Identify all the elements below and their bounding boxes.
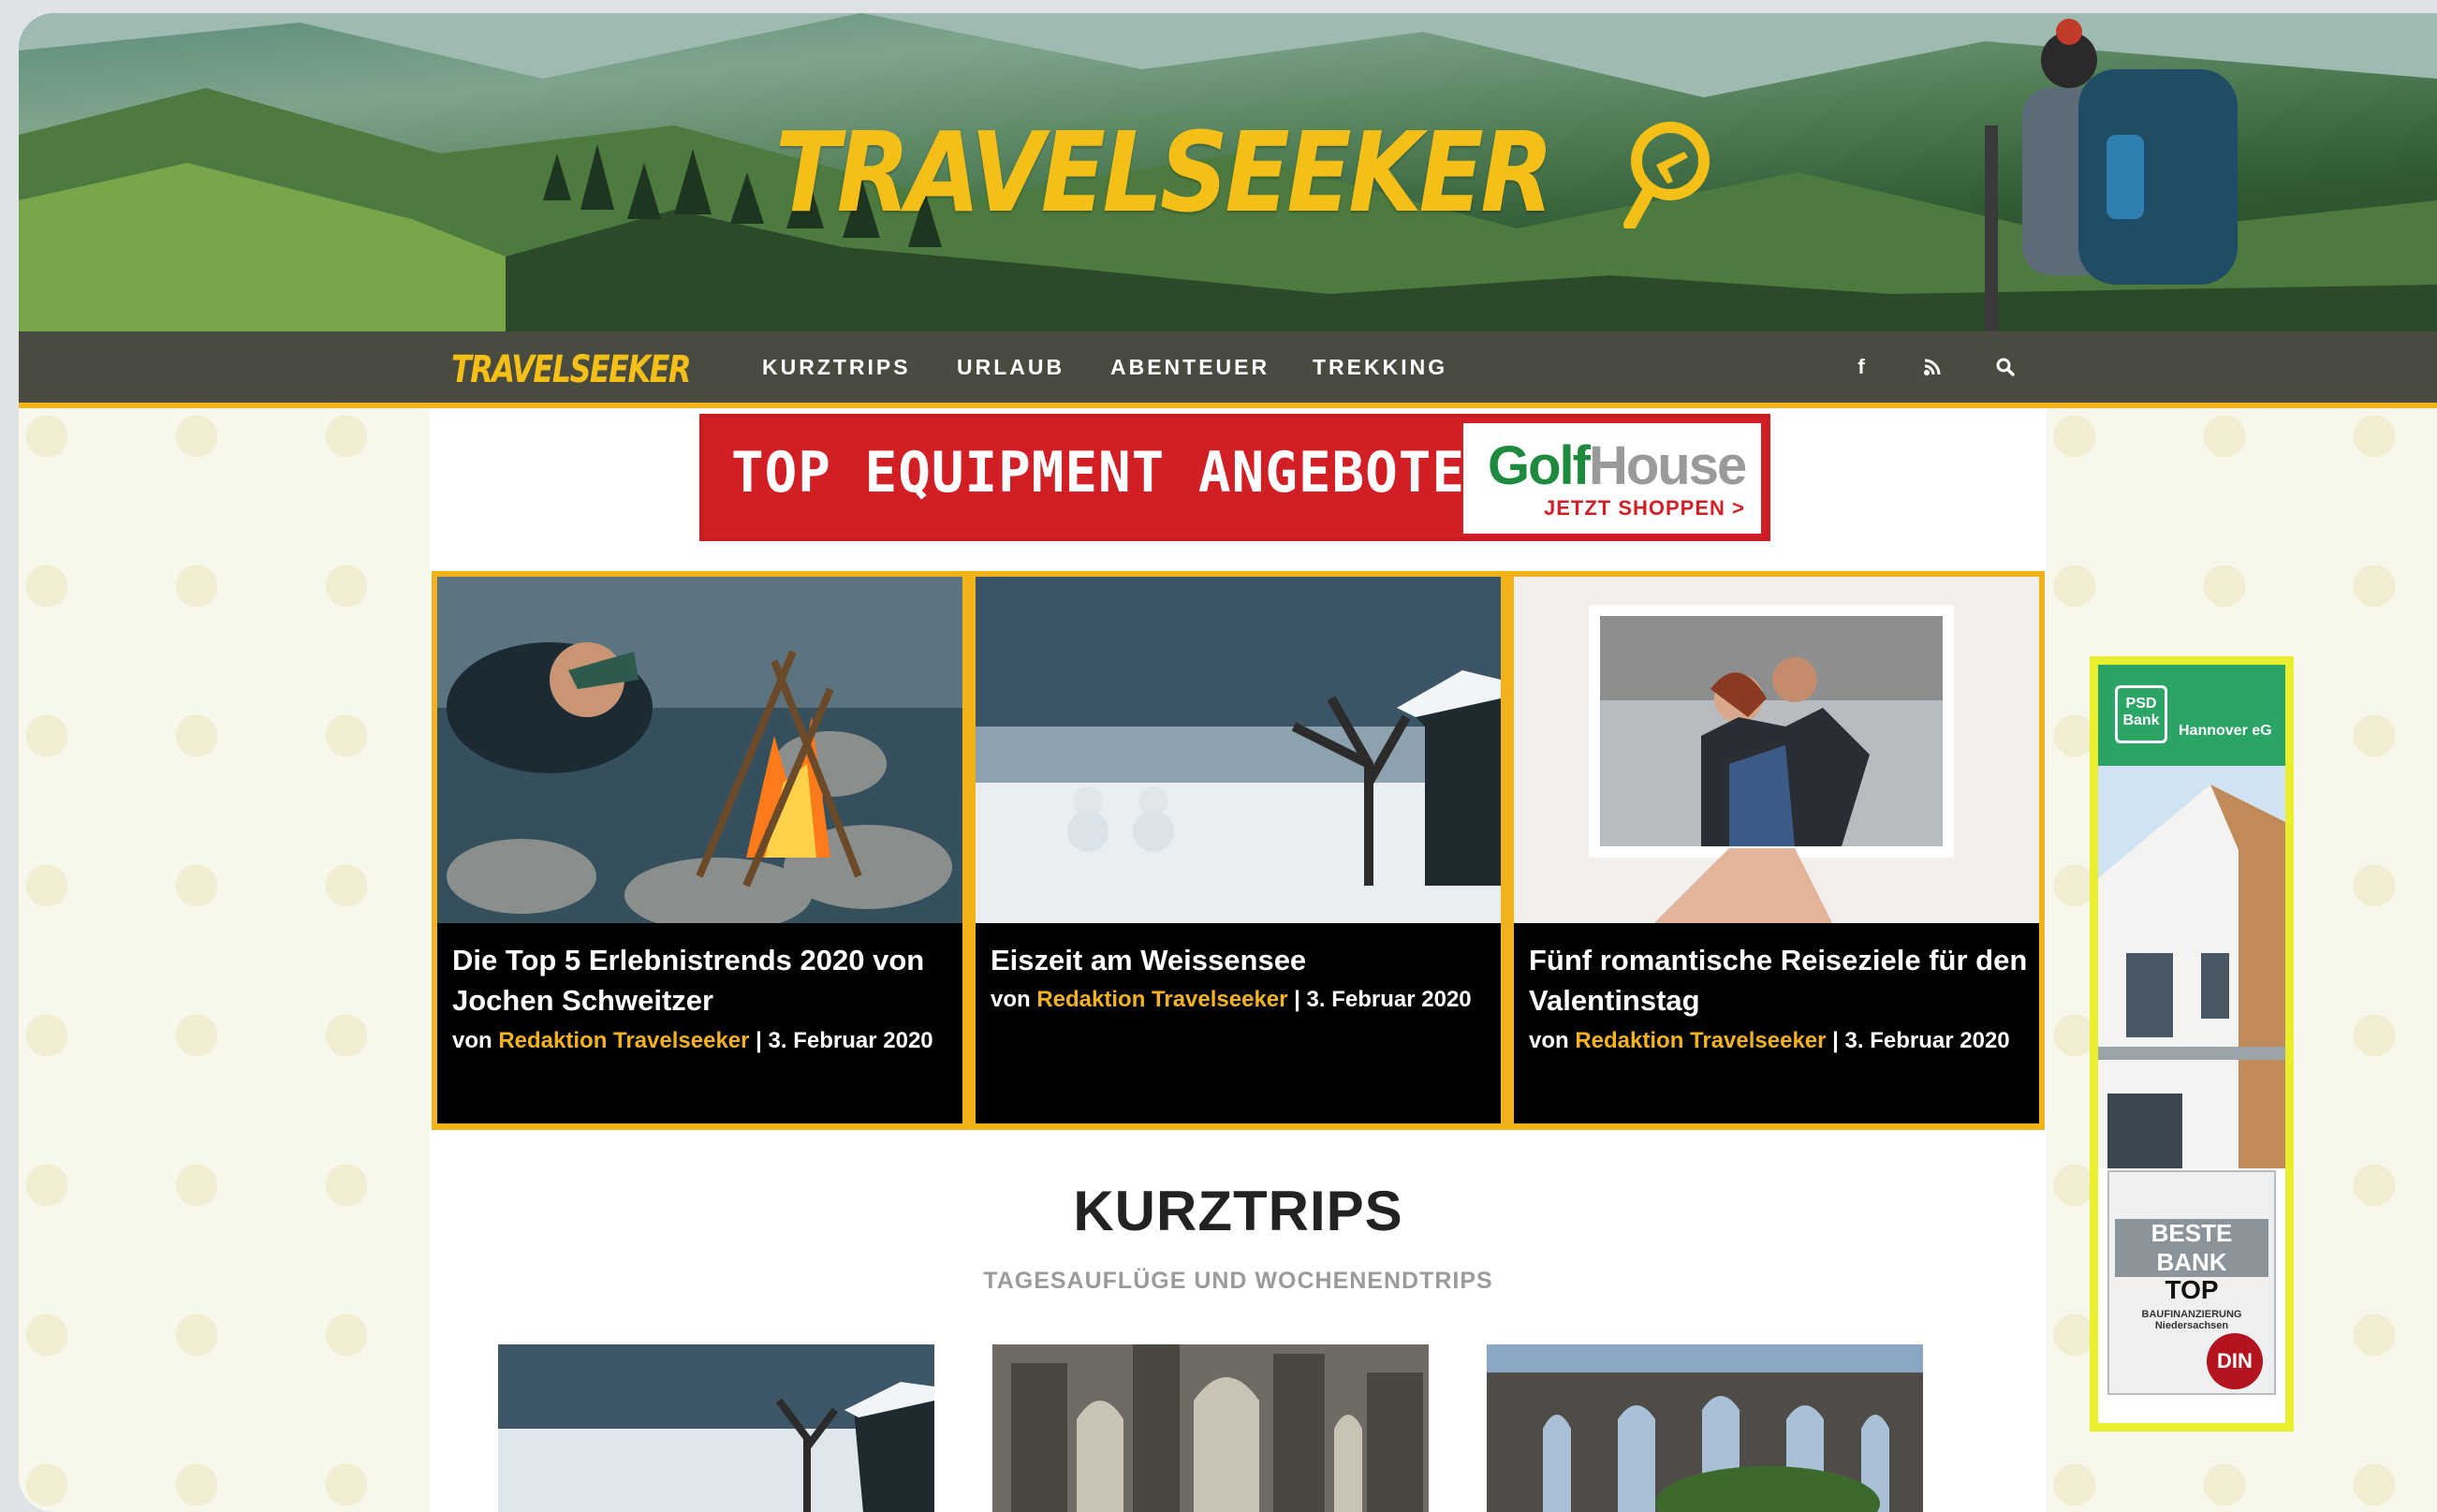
nav-item-abenteuer[interactable]: ABENTEUER	[1110, 355, 1270, 380]
banner-text: TOP EQUIPMENT ANGEBOTE	[731, 440, 1466, 506]
winter-thumb-image	[498, 1344, 934, 1512]
award-top: TOP	[2165, 1275, 2219, 1304]
author-link[interactable]: Redaktion Travelseeker	[1575, 1028, 1826, 1053]
bank-logo: PSD Bank	[2115, 685, 2167, 743]
featured-meta: von Redaktion Travelseeker | 3. Februar …	[991, 983, 1477, 1017]
bank-name: Hannover eG	[2179, 723, 2272, 739]
post-thumbnail[interactable]	[1487, 1344, 1923, 1512]
featured-card[interactable]: Fünf romantische Reiseziele für den Vale…	[1514, 577, 2039, 1123]
author-link[interactable]: Redaktion Travelseeker	[498, 1028, 749, 1053]
hero-header: TRAVELSEEKER	[19, 13, 2437, 331]
award-sub: BAUFINANZIERUNG Niedersachsen	[2141, 1309, 2242, 1331]
golf-word: Golf	[1488, 435, 1591, 496]
by-prefix: von	[452, 1028, 499, 1053]
church-ruins-image	[1487, 1344, 1923, 1512]
left-pattern	[19, 408, 430, 1512]
featured-card[interactable]: Eiszeit am Weissensee von Redaktion Trav…	[976, 577, 1501, 1123]
nav-item-trekking[interactable]: TREKKING	[1313, 355, 1447, 380]
award-badge: BESTE BANK TOP BAUFINANZIERUNG Niedersac…	[2107, 1170, 2276, 1395]
din-seal: DIN	[2207, 1333, 2263, 1389]
featured-card[interactable]: Die Top 5 Erlebnistrends 2020 von Jochen…	[437, 577, 962, 1123]
shop-now-link[interactable]: JETZT SHOPPEN >	[1544, 496, 1745, 521]
golfhouse-box[interactable]: GolfHouse JETZT SHOPPEN >	[1463, 423, 1761, 534]
location-pin-icon	[1622, 122, 1710, 228]
site-logo[interactable]: TRAVELSEEKER	[775, 93, 1722, 252]
featured-title[interactable]: Eiszeit am Weissensee	[991, 940, 1491, 980]
post-date: | 3. Februar 2020	[1287, 987, 1472, 1012]
featured-title[interactable]: Die Top 5 Erlebnistrends 2020 von Jochen…	[452, 940, 953, 1020]
section-title: KURZTRIPS	[1073, 1180, 1403, 1242]
by-prefix: von	[1529, 1028, 1576, 1053]
section-subtitle: TAGESAUFLÜGE UND WOCHENENDTRIPS	[983, 1268, 1493, 1294]
featured-posts: Die Top 5 Erlebnistrends 2020 von Jochen…	[432, 571, 2045, 1130]
house-word: House	[1588, 435, 1747, 496]
featured-title[interactable]: Fünf romantische Reiseziele für den Vale…	[1529, 940, 2030, 1020]
couple-photo-image	[1514, 577, 2039, 923]
featured-meta: von Redaktion Travelseeker | 3. Februar …	[452, 1024, 939, 1058]
author-link[interactable]: Redaktion Travelseeker	[1036, 987, 1287, 1012]
side-ad[interactable]: PSD Bank Hannover eG BESTE BANK TOP BAUF…	[2090, 656, 2294, 1431]
ad-banner[interactable]: TOP EQUIPMENT ANGEBOTE GolfHouse JETZT S…	[699, 414, 1770, 541]
nav-item-urlaub[interactable]: URLAUB	[957, 355, 1064, 380]
hiker-image	[1985, 19, 2238, 331]
rss-icon[interactable]	[1916, 350, 1949, 384]
site-logo-text: TRAVELSEEKER	[775, 108, 1554, 237]
side-ad-inner: PSD Bank Hannover eG BESTE BANK TOP BAUF…	[2098, 665, 2285, 1423]
post-thumbnail[interactable]	[498, 1344, 934, 1512]
award-title: BESTE BANK	[2115, 1219, 2268, 1277]
campfire-image	[437, 577, 962, 923]
house-image	[2098, 766, 2285, 1168]
golfhouse-logo: GolfHouse	[1488, 434, 1747, 497]
winter-lake-image	[976, 577, 1501, 923]
post-date: | 3. Februar 2020	[749, 1028, 933, 1053]
post-thumbnail[interactable]	[992, 1344, 1429, 1512]
browser-frame: TRAVELSEEKER TRAVELSEEKER KURZTRIPS URLA…	[19, 13, 2437, 1512]
nav-item-kurztrips[interactable]: KURZTRIPS	[762, 355, 911, 380]
facebook-icon[interactable]: f	[1844, 350, 1878, 384]
bank-header: PSD Bank Hannover eG	[2098, 665, 2285, 766]
abbey-ruins-image	[992, 1344, 1429, 1512]
by-prefix: von	[991, 987, 1037, 1012]
post-date: | 3. Februar 2020	[1826, 1028, 2010, 1053]
featured-meta: von Redaktion Travelseeker | 3. Februar …	[1529, 1024, 2016, 1058]
search-icon[interactable]	[1989, 350, 2022, 384]
nav-logo[interactable]: TRAVELSEEKER	[451, 348, 692, 391]
main-navbar: TRAVELSEEKER KURZTRIPS URLAUB ABENTEUER …	[19, 331, 2437, 408]
